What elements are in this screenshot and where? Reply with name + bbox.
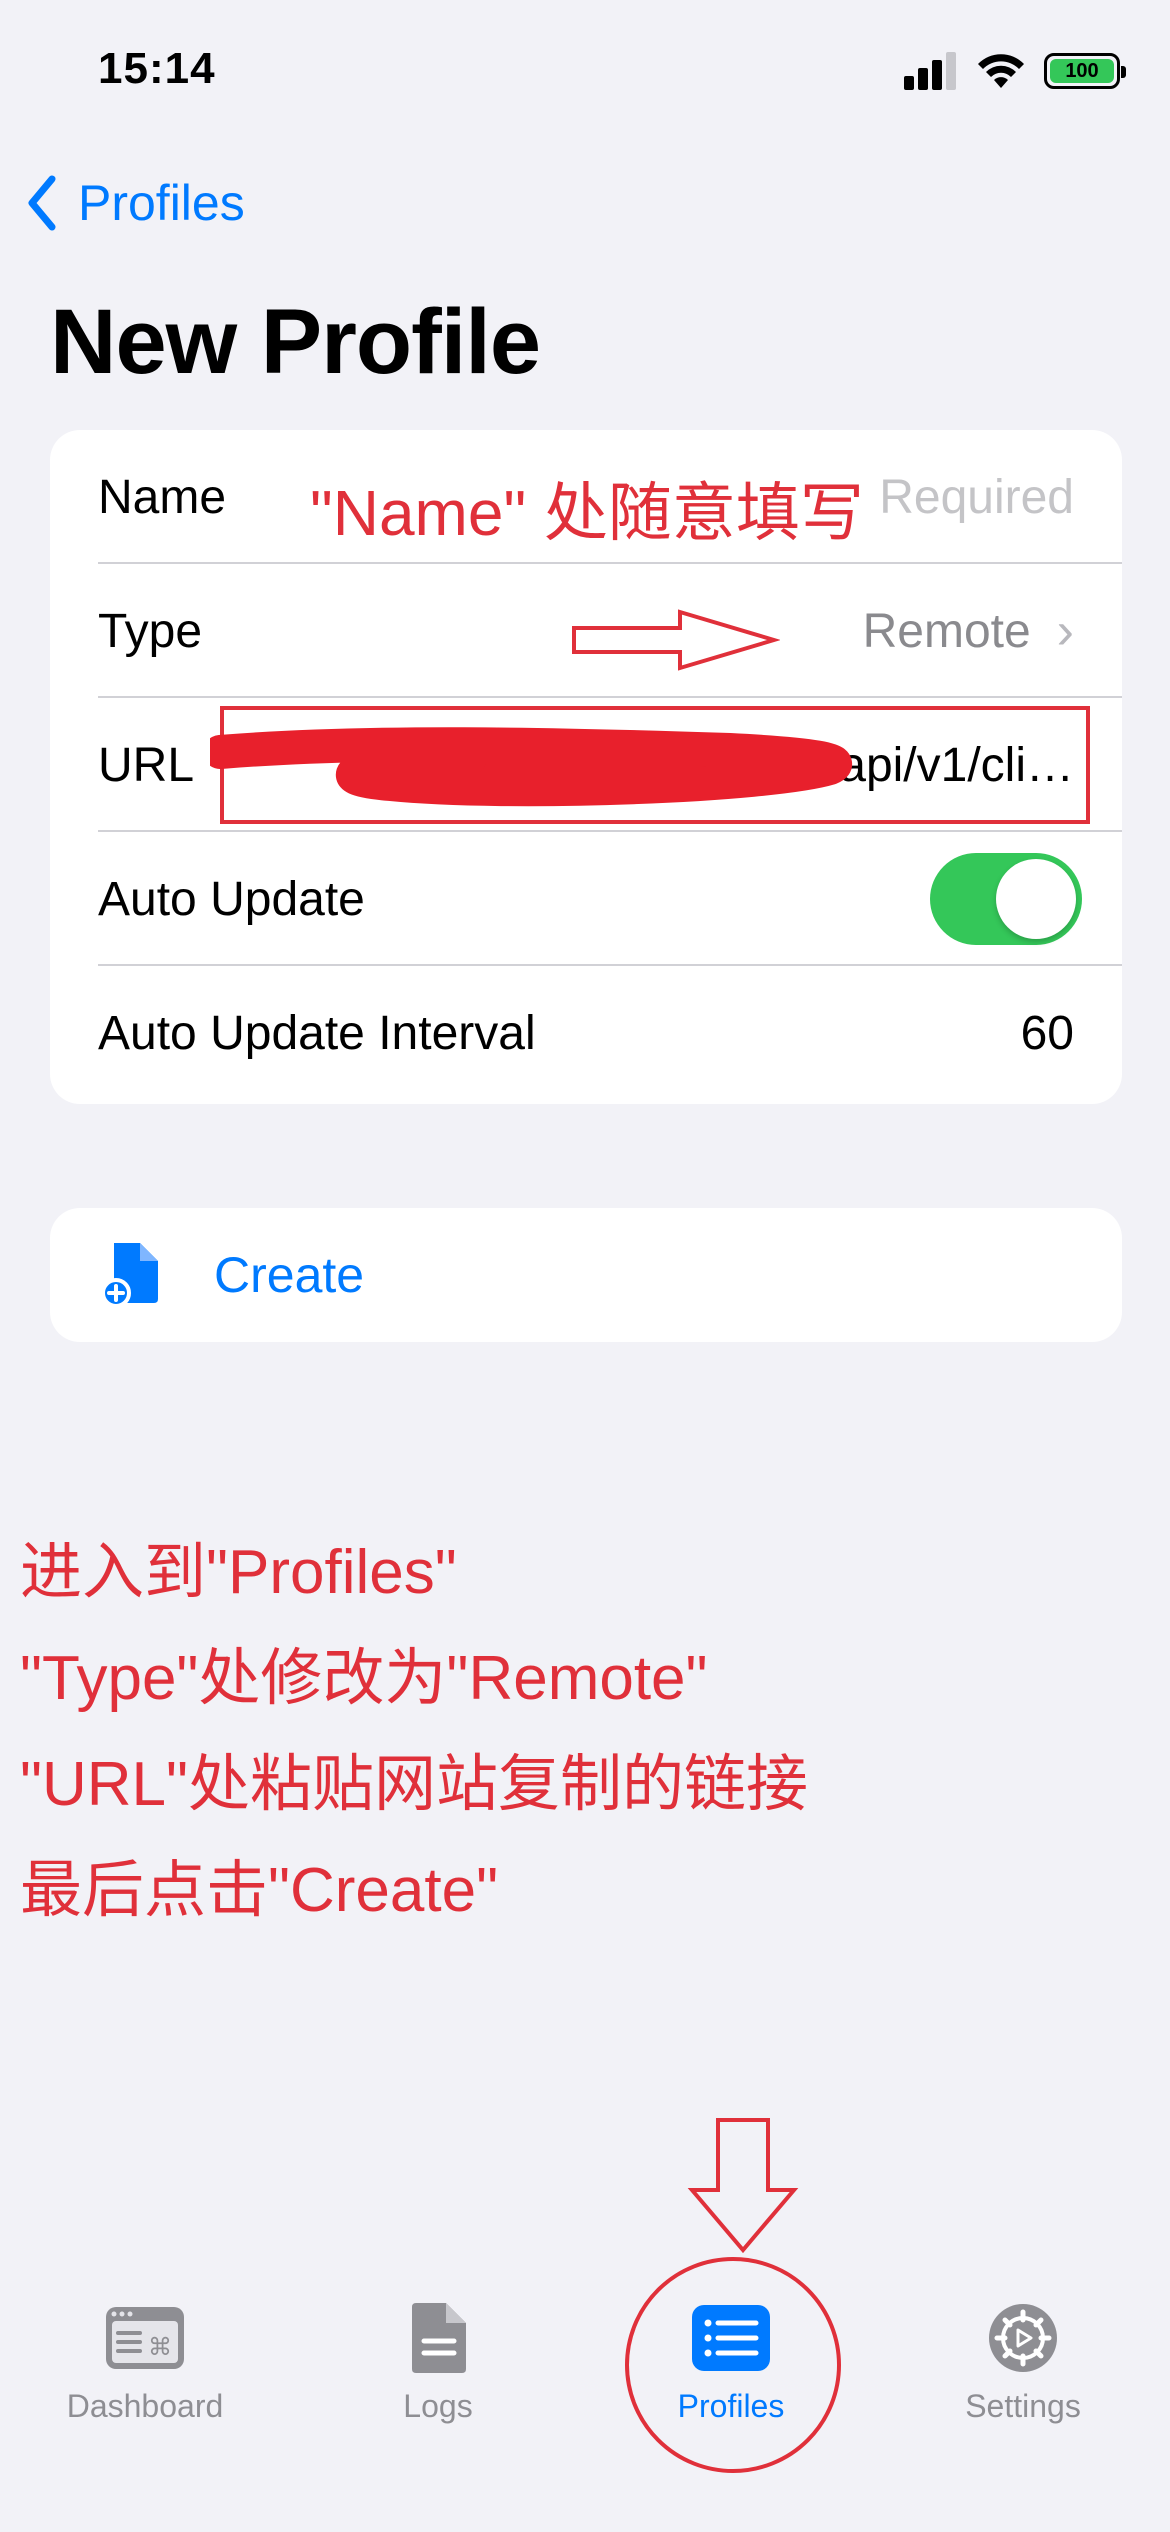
tab-dashboard[interactable]: ⌘ Dashboard [30,2300,260,2425]
page-title: New Profile [50,291,541,393]
interval-value[interactable]: 60 [1021,1006,1074,1061]
tab-profiles[interactable]: Profiles [616,2300,846,2425]
gear-icon [982,2300,1064,2376]
back-button[interactable]: Profiles [26,174,245,232]
url-highlight-annotation [210,706,1090,824]
list-icon [690,2300,772,2376]
auto-update-row: Auto Update [98,832,1122,966]
annotation-steps: 进入到"Profiles" "Type"处修改为"Remote" "URL"处粘… [20,1520,808,1944]
tab-label: Logs [403,2388,473,2424]
type-label: Type [98,604,203,658]
arrow-right-annotation [572,609,780,671]
create-button[interactable]: Create [50,1208,1122,1342]
cellular-signal-icon [904,52,956,90]
battery-level: 100 [1050,59,1114,83]
annotation-step: "Type"处修改为"Remote" [20,1644,708,1713]
document-add-icon [102,1243,158,1308]
interval-label: Auto Update Interval [98,1006,536,1060]
annotation-step: "URL"处粘贴网站复制的链接 [20,1750,809,1819]
toggle-knob [996,859,1076,939]
dashboard-icon: ⌘ [104,2300,186,2376]
tab-label: Dashboard [66,2388,224,2424]
annotation-step: 进入到"Profiles" [20,1538,457,1607]
doc-icon [397,2300,479,2376]
interval-row[interactable]: Auto Update Interval 60 [98,966,1122,1100]
tab-settings[interactable]: Settings [908,2300,1138,2425]
auto-update-toggle[interactable] [930,853,1082,945]
chevron-right-icon: › [1056,602,1074,660]
auto-update-label: Auto Update [98,872,365,926]
wifi-icon [978,54,1024,88]
name-input[interactable]: Required [879,470,1074,525]
tab-label: Settings [965,2388,1081,2424]
arrow-down-annotation [687,2118,799,2254]
annotation-name-hint: "Name" 处随意填写 [310,477,864,549]
name-label: Name [98,470,227,524]
tab-logs[interactable]: Logs [323,2300,553,2425]
tab-label: Profiles [677,2388,785,2424]
url-label: URL [98,738,195,792]
status-time: 15:14 [98,44,216,93]
chevron-left-icon [28,175,56,231]
status-icons: 100 [904,52,1126,90]
create-label: Create [214,1247,365,1303]
svg-text:⌘: ⌘ [148,2333,172,2361]
back-label: Profiles [78,175,245,231]
battery-icon: 100 [1044,53,1126,89]
annotation-step: 最后点击"Create" [20,1856,499,1925]
type-value: Remote [862,604,1031,658]
